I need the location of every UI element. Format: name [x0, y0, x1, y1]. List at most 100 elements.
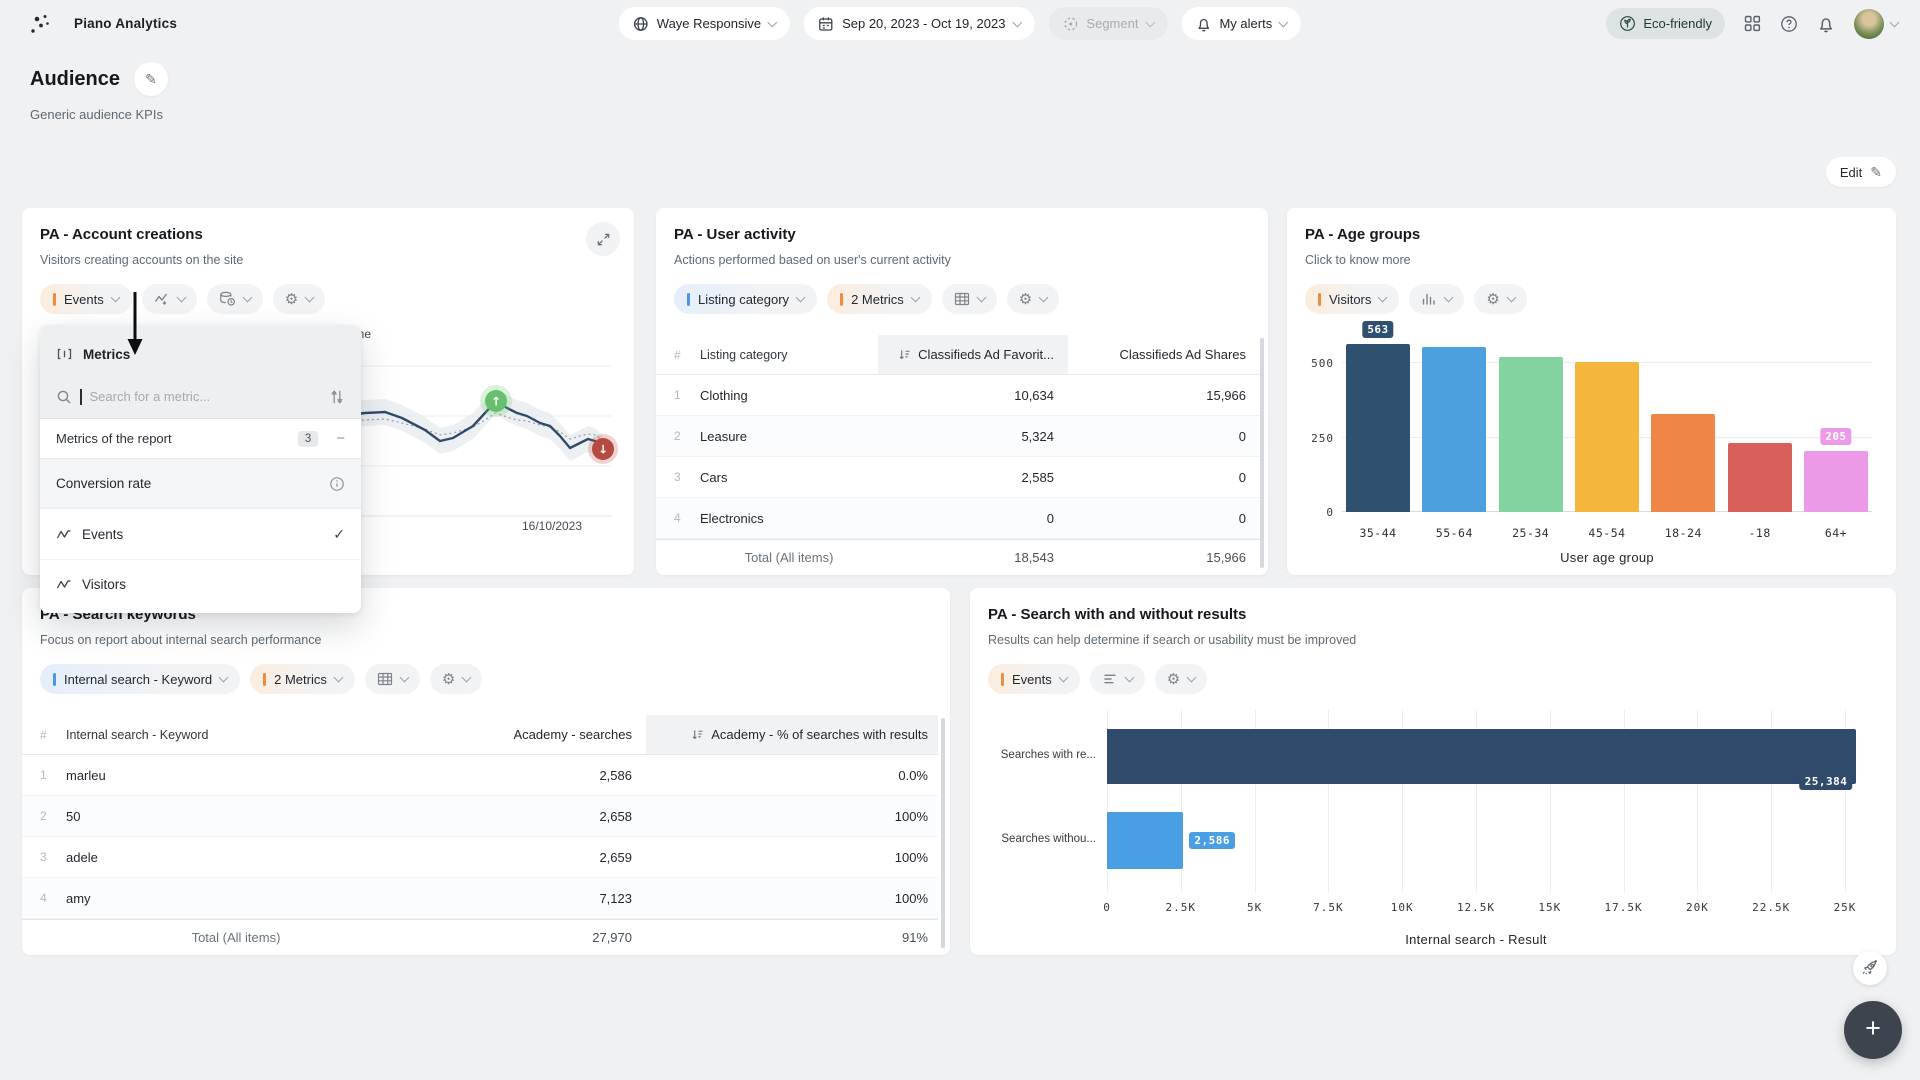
- bar-value-badge: 25,384: [1800, 773, 1853, 790]
- column-header-dimension[interactable]: Internal search - Keyword: [66, 715, 406, 754]
- metric-search-input[interactable]: [90, 389, 322, 404]
- column-header-rank: #: [656, 335, 700, 374]
- widget-search-keywords: PA - Search keywords Focus on report abo…: [22, 588, 950, 955]
- dropdown-item-label: Visitors: [82, 577, 126, 592]
- chevron-down-icon: [910, 293, 920, 303]
- user-avatar[interactable]: [1854, 9, 1898, 39]
- date-range-picker[interactable]: Sep 20, 2023 - Oct 19, 2023: [804, 7, 1034, 40]
- brand-name: Piano Analytics: [74, 16, 177, 31]
- rename-dashboard-button[interactable]: ✎: [134, 62, 168, 96]
- chevron-down-icon: [219, 673, 229, 683]
- eco-leaf-icon: [1619, 15, 1636, 32]
- filter-sliders-icon[interactable]: [329, 389, 345, 405]
- widget-title: PA - User activity: [674, 226, 796, 243]
- table-row[interactable]: 2 50 2,658 100%: [22, 796, 938, 837]
- chevron-down-icon: [399, 673, 409, 683]
- table-row[interactable]: 4 Electronics 0 0: [656, 498, 1260, 539]
- dropdown-item-visitors[interactable]: Visitors: [40, 559, 361, 609]
- chart-type-selector[interactable]: [942, 284, 997, 314]
- metrics-group-row[interactable]: Metrics of the report 3 −: [40, 419, 361, 459]
- widget-settings-selector[interactable]: ⚙: [1474, 284, 1526, 314]
- widget-settings-selector[interactable]: ⚙: [273, 284, 325, 314]
- chart-type-selector[interactable]: [365, 664, 420, 694]
- bar-Searches with re...[interactable]: [1107, 729, 1856, 784]
- bar-25-34[interactable]: [1499, 357, 1563, 512]
- table-row[interactable]: 3 Cars 2,585 0: [656, 457, 1260, 498]
- my-alerts-selector[interactable]: My alerts: [1181, 7, 1301, 40]
- x-axis-category: 18-24: [1651, 526, 1715, 540]
- help-button[interactable]: [1780, 15, 1798, 33]
- add-widget-button[interactable]: +: [1844, 1001, 1902, 1059]
- expand-widget-button[interactable]: [586, 222, 620, 256]
- increase-marker[interactable]: ↑: [480, 385, 512, 417]
- widget-settings-selector[interactable]: ⚙: [1155, 664, 1207, 694]
- chart-type-selector[interactable]: [1090, 664, 1145, 694]
- widget-title: PA - Account creations: [40, 226, 203, 243]
- bar-column: [1728, 338, 1792, 512]
- metric-zigzag-icon: [56, 577, 72, 592]
- widget-subtitle: Focus on report about internal search pe…: [40, 633, 321, 647]
- dropdown-item-events[interactable]: Events ✓: [40, 509, 361, 559]
- widget-settings-selector[interactable]: ⚙: [1007, 284, 1059, 314]
- column-header-sorted-metric[interactable]: Classifieds Ad Favorit...: [878, 335, 1068, 374]
- period-comparison-selector[interactable]: [207, 284, 263, 314]
- metric-selector-pill[interactable]: Events: [40, 284, 132, 314]
- bar-35-44[interactable]: [1346, 344, 1410, 512]
- bar-55-64[interactable]: [1422, 347, 1486, 512]
- table-scrollbar[interactable]: [1260, 338, 1264, 568]
- bar-45-54[interactable]: [1575, 362, 1639, 512]
- dropdown-item-conversion-rate[interactable]: Conversion rate: [40, 459, 361, 509]
- decrease-marker[interactable]: ↓: [588, 434, 618, 464]
- chevron-down-icon: [1444, 293, 1454, 303]
- edit-dashboard-button[interactable]: Edit ✎: [1826, 157, 1896, 187]
- column-header-sorted-metric[interactable]: Academy - % of searches with results: [646, 715, 938, 754]
- total-metric1: 18,543: [878, 540, 1068, 575]
- pencil-icon: ✎: [1870, 164, 1882, 181]
- dimension-selector-pill[interactable]: Listing category: [674, 284, 817, 314]
- bar--18[interactable]: [1728, 443, 1792, 512]
- assistant-rocket-button[interactable]: [1853, 951, 1887, 985]
- widget-settings-selector[interactable]: ⚙: [430, 664, 482, 694]
- x-axis-tick: 20K: [1686, 901, 1709, 914]
- gear-icon: ⚙: [1486, 292, 1499, 307]
- collapse-icon[interactable]: −: [336, 430, 345, 447]
- bar-Searches withou...[interactable]: [1107, 812, 1183, 869]
- table-row[interactable]: 2 Leasure 5,324 0: [656, 416, 1260, 457]
- bar-64+[interactable]: [1804, 451, 1868, 512]
- info-icon[interactable]: [329, 476, 345, 492]
- eco-friendly-badge[interactable]: Eco-friendly: [1606, 8, 1725, 39]
- site-selector[interactable]: Waye Responsive: [619, 7, 790, 40]
- chevron-down-icon: [462, 673, 472, 683]
- column-header-metric2[interactable]: Classifieds Ad Shares: [1068, 335, 1260, 374]
- bar-18-24[interactable]: [1651, 414, 1715, 512]
- x-axis-tick: 5K: [1247, 901, 1262, 914]
- metric-selector-pill[interactable]: 2 Metrics: [250, 664, 355, 694]
- check-icon: ✓: [333, 526, 345, 543]
- metric-selector-pill[interactable]: Visitors: [1305, 284, 1399, 314]
- chart-type-selector[interactable]: [142, 284, 197, 314]
- table-row[interactable]: 1 Clothing 10,634 15,966: [656, 375, 1260, 416]
- metrics-count-badge: 3: [298, 431, 318, 447]
- segment-selector[interactable]: Segment: [1048, 7, 1167, 40]
- table-row[interactable]: 1 marleu 2,586 0.0%: [22, 755, 938, 796]
- table-row[interactable]: 4 amy 7,123 100%: [22, 878, 938, 919]
- column-header-metric1[interactable]: Academy - searches: [406, 715, 646, 754]
- svg-text:↑: ↑: [491, 395, 501, 409]
- chart-type-selector[interactable]: [1409, 284, 1464, 314]
- total-metric2: 15,966: [1068, 540, 1260, 575]
- chevron-down-icon: [305, 293, 315, 303]
- metric-selector-pill[interactable]: Events: [988, 664, 1080, 694]
- metric-color-bar: [1001, 673, 1004, 686]
- column-header-dimension[interactable]: Listing category: [700, 335, 878, 374]
- notifications-button[interactable]: [1817, 15, 1835, 33]
- bar-value-badge: 2,586: [1189, 832, 1235, 849]
- x-axis-tick: 7.5K: [1313, 901, 1344, 914]
- table-scrollbar[interactable]: [941, 718, 945, 948]
- metric-selector-pill[interactable]: 2 Metrics: [827, 284, 932, 314]
- apps-grid-button[interactable]: [1744, 15, 1761, 32]
- dimension-selector-pill[interactable]: Internal search - Keyword: [40, 664, 240, 694]
- y-axis-tick: 500: [1296, 357, 1334, 370]
- dimension-color-bar: [53, 673, 56, 686]
- table-row[interactable]: 3 adele 2,659 100%: [22, 837, 938, 878]
- y-axis-category: Searches withou...: [980, 833, 1096, 845]
